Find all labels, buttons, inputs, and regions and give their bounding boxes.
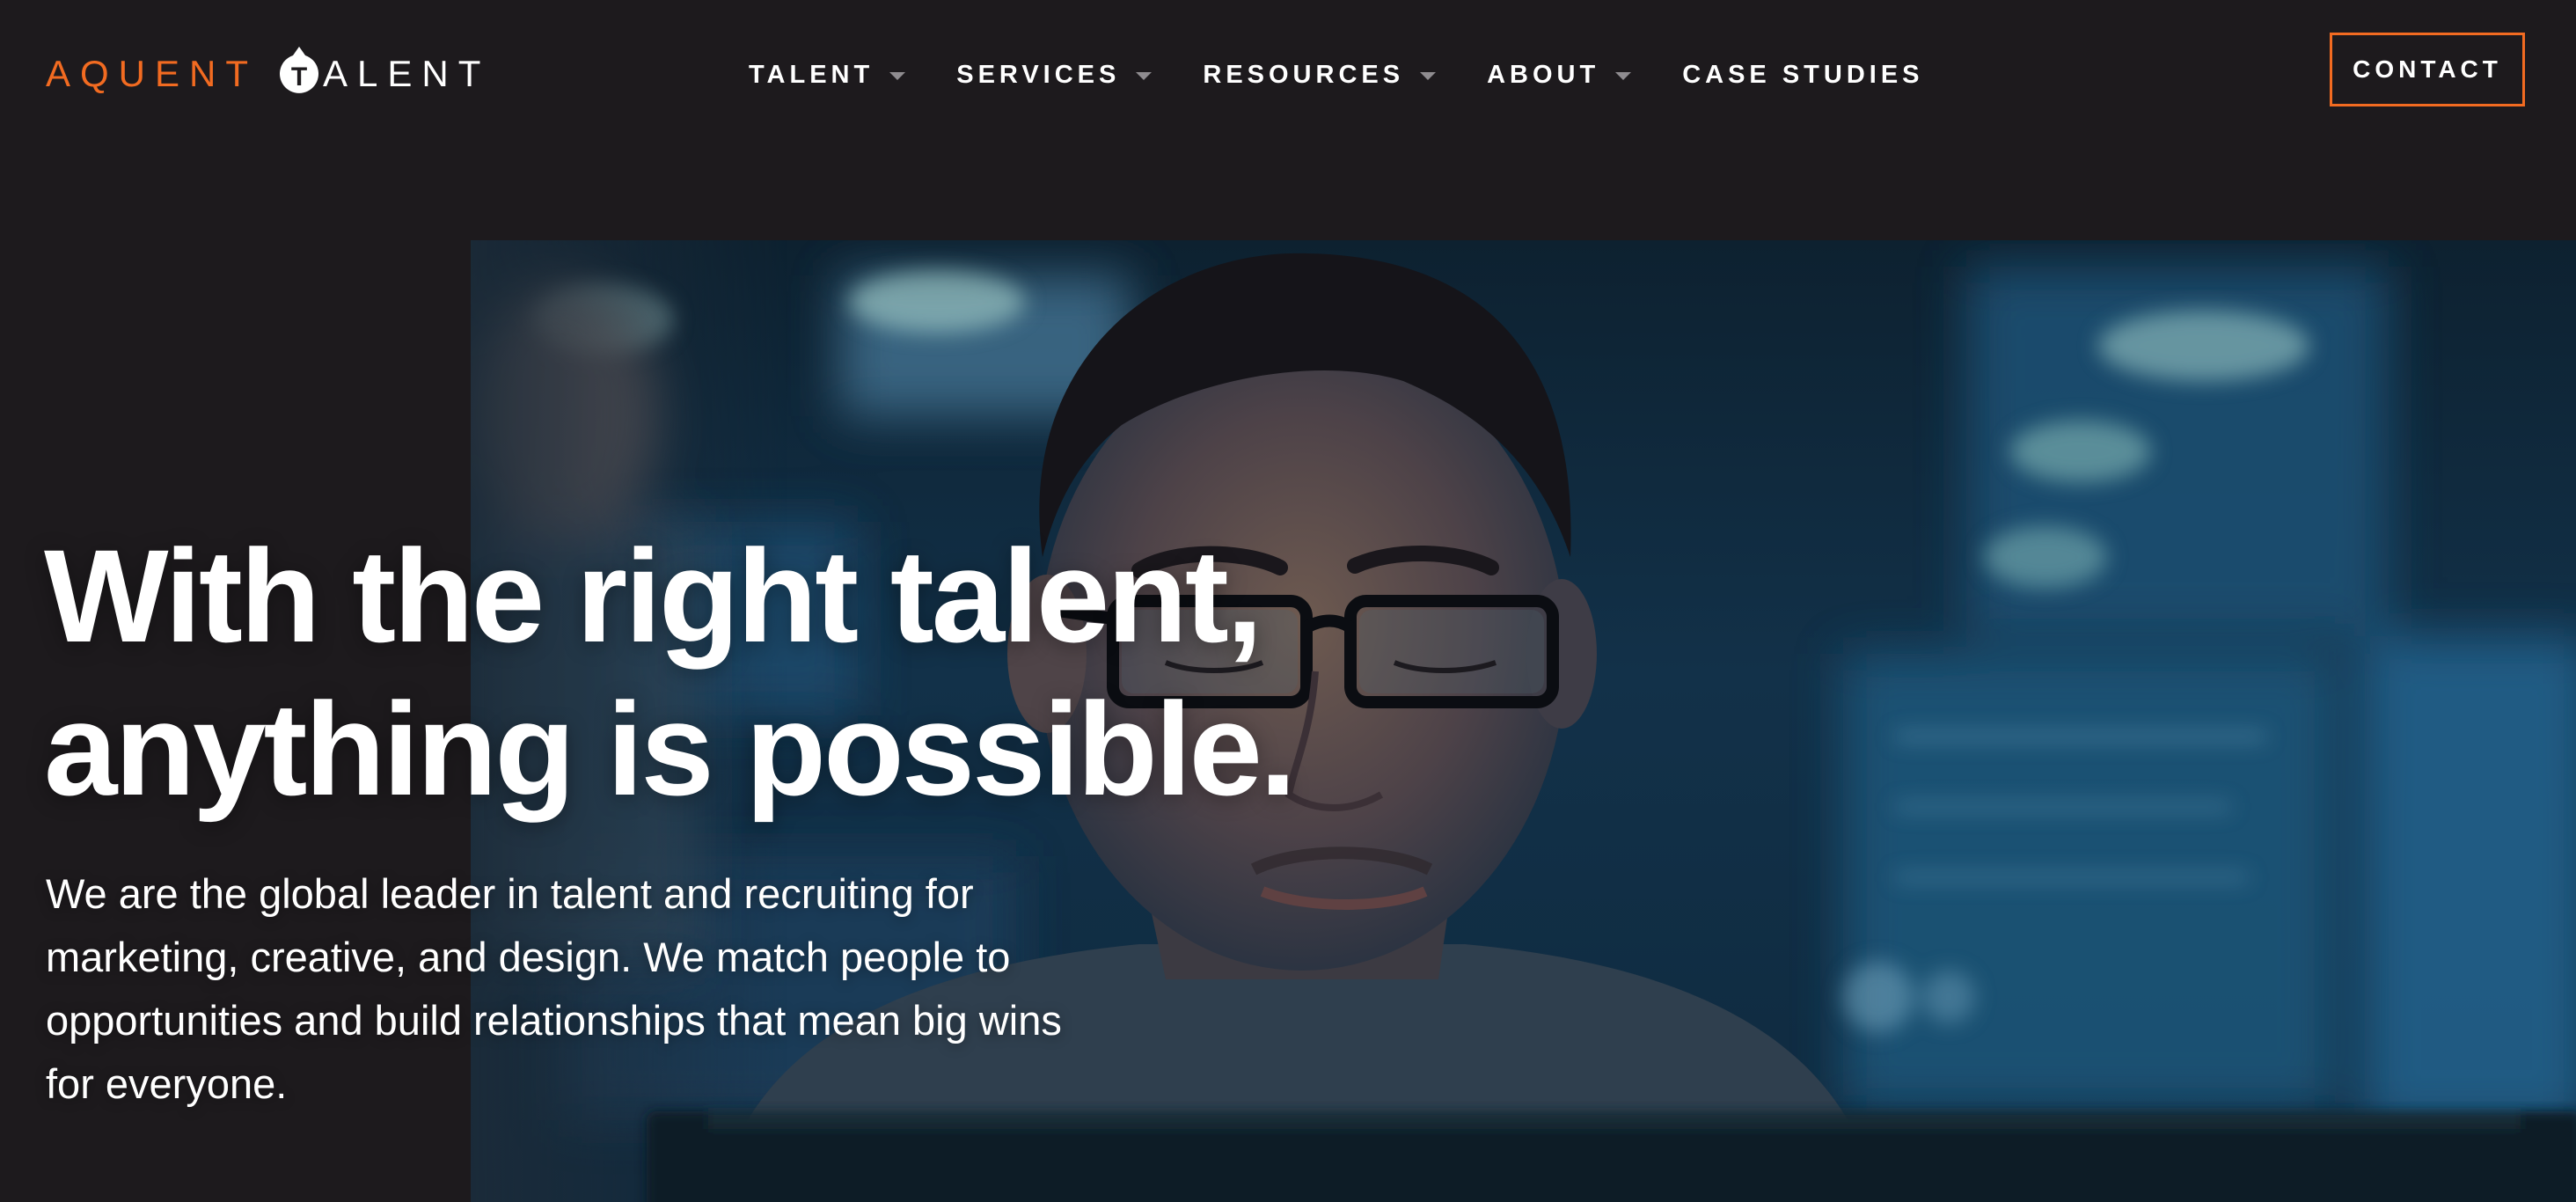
chevron-down-icon: [1420, 71, 1437, 80]
hero-headline: With the right talent, anything is possi…: [44, 519, 1364, 825]
hero-description-line: for everyone.: [46, 1060, 288, 1107]
chevron-down-icon: [1136, 71, 1153, 80]
nav-item-resources[interactable]: RESOURCES: [1203, 60, 1437, 90]
aquent-talent-logo[interactable]: AQUENT T ALENT: [46, 46, 490, 102]
hero-headline-line: With the right talent,: [44, 522, 1263, 670]
nav-label: TALENT: [749, 60, 875, 89]
hero-description-line: marketing, creative, and design. We matc…: [46, 934, 1011, 980]
nav-item-services[interactable]: SERVICES: [956, 60, 1153, 90]
contact-button-label: CONTACT: [2353, 55, 2502, 83]
nav-label: SERVICES: [956, 60, 1121, 89]
hero-description-line: opportunities and build relationships th…: [46, 997, 1062, 1044]
nav-label: ABOUT: [1487, 60, 1600, 89]
nav-item-talent[interactable]: TALENT: [749, 60, 906, 90]
hero-headline-line: anything is possible.: [44, 675, 1297, 823]
chevron-down-icon: [889, 71, 906, 80]
logo-letter: T: [291, 62, 307, 92]
logo-talent-text: ALENT: [323, 53, 491, 94]
nav-item-case-studies[interactable]: CASE STUDIES: [1682, 61, 1923, 90]
nav-label: RESOURCES: [1203, 60, 1405, 89]
site-header: AQUENT T ALENT TALENT SERVICES RESOURCES…: [0, 0, 2576, 150]
nav-label: CASE STUDIES: [1682, 60, 1924, 89]
contact-button[interactable]: CONTACT: [2330, 33, 2525, 106]
hero-description: We are the global leader in talent and r…: [46, 862, 1339, 1116]
logo-aquent-text: AQUENT: [46, 53, 259, 94]
hero-description-line: We are the global leader in talent and r…: [46, 870, 974, 917]
logo-t-mark-icon: T: [279, 47, 319, 96]
chevron-down-icon: [1615, 71, 1632, 80]
main-nav: TALENT SERVICES RESOURCES ABOUT CASE STU…: [749, 53, 1924, 97]
nav-item-about[interactable]: ABOUT: [1487, 60, 1632, 90]
